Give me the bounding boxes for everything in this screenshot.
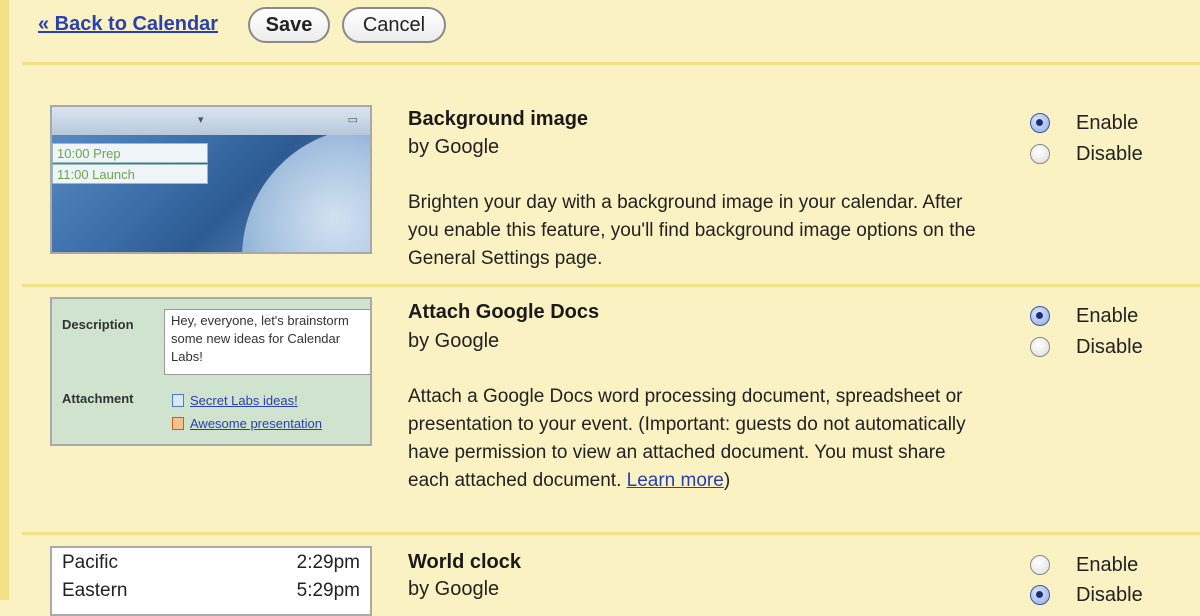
background-image-preview: ▾ ▭ 10:00 Prep 11:00 Launch [50, 105, 372, 254]
lab-author: by Google [408, 136, 500, 158]
radio-label: Disable [1076, 583, 1143, 606]
save-button[interactable]: Save [248, 7, 330, 43]
radio-button[interactable] [1030, 555, 1050, 575]
divider [22, 284, 1200, 287]
clock-time: 2:29pm [296, 552, 360, 573]
preview-attachment-link: Secret Labs ideas! [190, 393, 298, 408]
preview-header-bar: ▾ ▭ [52, 107, 370, 135]
radio-enable-attach-docs[interactable]: Enable [1030, 303, 1138, 329]
planet-image [242, 127, 370, 252]
preview-attachment-doc: Secret Labs ideas! [172, 393, 298, 408]
radio-label: Enable [1076, 304, 1139, 327]
preview-box-icon: ▭ [347, 114, 358, 126]
preview-description-label: Description [62, 317, 134, 332]
back-to-calendar-link[interactable]: « Back to Calendar [38, 13, 218, 36]
preview-description-textbox: Hey, everyone, let's brainstorm some new… [164, 309, 370, 375]
presentation-icon [172, 417, 184, 430]
radio-label: Disable [1076, 142, 1143, 165]
radio-label: Disable [1076, 335, 1143, 358]
divider [22, 532, 1200, 535]
preview-attachment-link: Awesome presentation [190, 416, 323, 431]
radio-label: Enable [1076, 553, 1139, 576]
radio-disable-world-clock[interactable]: Disable [1030, 582, 1143, 608]
learn-more-link[interactable]: Learn more [627, 470, 724, 491]
toolbar: « Back to Calendar Save Cancel [0, 0, 1200, 62]
clock-time: 5:29pm [296, 580, 360, 601]
radio-disable-attach-docs[interactable]: Disable [1030, 334, 1143, 360]
lab-title-world-clock: World clock [408, 551, 521, 573]
clock-city: Eastern [62, 580, 128, 601]
preview-event: 10:00 Prep [52, 143, 208, 163]
radio-button-checked[interactable] [1030, 113, 1050, 133]
attach-docs-preview: Description Hey, everyone, let's brainst… [50, 297, 372, 446]
lab-title-attach-google-docs: Attach Google Docs [408, 301, 600, 323]
radio-disable-background-image[interactable]: Disable [1030, 141, 1143, 167]
clock-row: Eastern 5:29pm [62, 580, 360, 606]
cancel-button[interactable]: Cancel [342, 7, 446, 43]
clock-row: Pacific 2:29pm [62, 552, 360, 578]
radio-button-checked[interactable] [1030, 306, 1050, 326]
preview-attachment-label: Attachment [62, 391, 134, 406]
radio-button[interactable] [1030, 337, 1050, 357]
radio-button-checked[interactable] [1030, 585, 1050, 605]
lab-description: Brighten your day with a background imag… [408, 192, 976, 269]
radio-enable-world-clock[interactable]: Enable [1030, 552, 1138, 578]
lab-description: Attach a Google Docs word processing doc… [408, 383, 988, 495]
world-clock-preview: Pacific 2:29pm Eastern 5:29pm [50, 546, 372, 616]
radio-enable-background-image[interactable]: Enable [1030, 110, 1138, 136]
preview-attachment-presentation: Awesome presentation [172, 416, 322, 431]
radio-button[interactable] [1030, 144, 1050, 164]
preview-event: 11:00 Launch [52, 164, 208, 184]
divider [22, 62, 1200, 65]
document-icon [172, 394, 184, 407]
left-edge-bar [0, 0, 9, 600]
radio-label: Enable [1076, 111, 1139, 134]
lab-title-background-image: Background image [408, 108, 589, 130]
clock-city: Pacific [62, 552, 118, 573]
lab-author: by Google [408, 330, 500, 352]
lab-author: by Google [408, 578, 500, 600]
preview-dot-icon: ▾ [198, 114, 204, 126]
lab-description-suffix: ) [723, 470, 731, 491]
